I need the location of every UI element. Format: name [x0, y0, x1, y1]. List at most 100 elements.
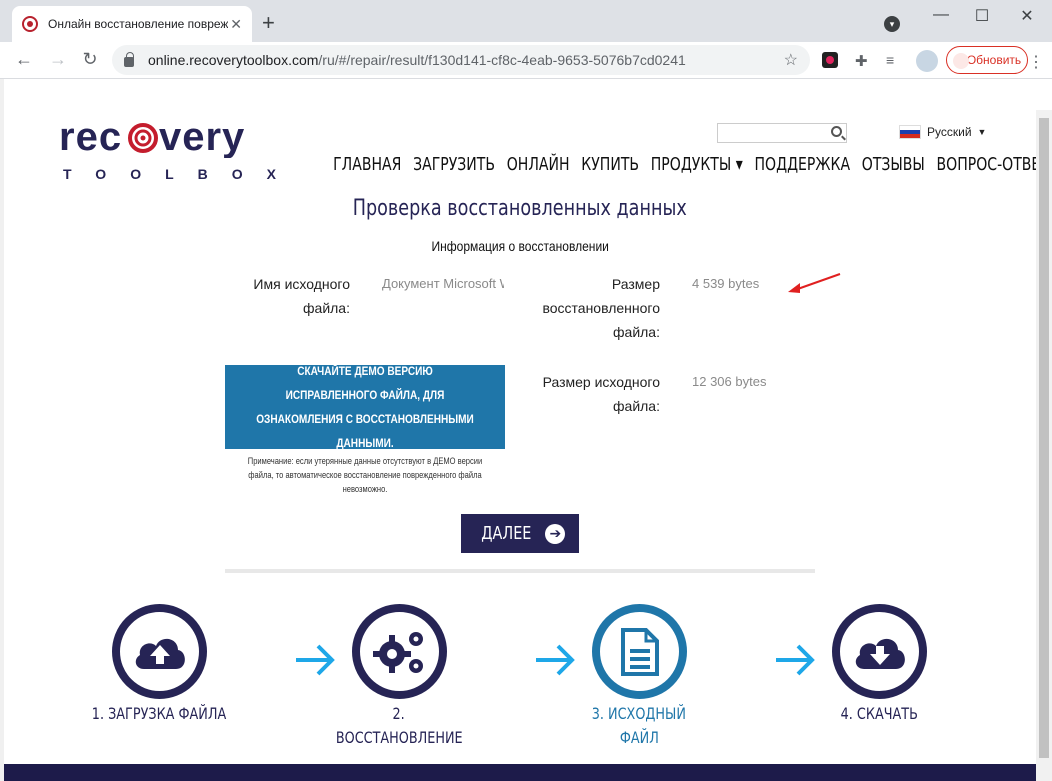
step-1-label: 1. ЗАГРУЗКА ФАЙЛА	[74, 702, 244, 726]
address-bar[interactable]: online.recoverytoolbox.com/ru/#/repair/r…	[112, 45, 810, 75]
cloud-download-icon	[855, 638, 905, 669]
source-size-label: Размер исходного файла:	[530, 370, 660, 418]
russia-flag-icon	[899, 125, 921, 139]
page-title-text: Проверка восстановленных данных	[352, 196, 688, 221]
language-selector[interactable]: Русский ▼	[899, 125, 986, 139]
source-name-label-line2: файла:	[303, 300, 350, 316]
window-maximize-button[interactable]: ☐	[967, 6, 997, 26]
lock-icon	[124, 51, 134, 67]
next-button[interactable]: ДАЛЕЕ ➔	[461, 514, 579, 553]
nav-products[interactable]: ПРОДУКТЫ ▾	[648, 154, 746, 175]
footer-band	[4, 764, 1036, 781]
tab-title: Онлайн восстановление поврежд	[48, 17, 228, 31]
window-minimize-button[interactable]: —	[926, 6, 956, 24]
step-3-label-line2: ФАЙЛ	[619, 728, 659, 747]
tab-search-icon[interactable]: ▾	[884, 16, 900, 32]
recovered-size-label: Размер восстановленного файла:	[530, 272, 660, 344]
nav-download[interactable]: ЗАГРУЗИТЬ	[410, 154, 498, 175]
browser-toolbar: ← → ↻ online.recoverytoolbox.com/ru/#/re…	[0, 42, 1052, 78]
svg-text:very: very	[159, 118, 245, 158]
cloud-upload-icon	[135, 638, 185, 669]
reading-list-icon[interactable]: ≡	[886, 52, 902, 68]
browser-tab[interactable]: Онлайн восстановление поврежд ✕	[12, 6, 252, 42]
source-name-label-line1: Имя исходного	[253, 276, 350, 292]
forward-arrow-icon[interactable]: →	[46, 49, 70, 70]
language-label: Русский	[927, 125, 972, 139]
recovered-size-value: 4 539 bytes	[692, 276, 760, 291]
download-demo-button[interactable]: СКАЧАЙТЕ ДЕМО ВЕРСИЮ ИСПРАВЛЕННОГО ФАЙЛА…	[225, 364, 505, 450]
source-name-label: Имя исходного файла:	[240, 272, 350, 320]
step-2-label: 2. ВОССТАНОВЛЕНИЕ	[314, 702, 484, 750]
new-tab-button[interactable]: +	[262, 12, 275, 34]
section-subtitle: Информация о восстановлении	[4, 238, 1036, 254]
step-4-label-text: 4. СКАЧАТЬ	[840, 704, 918, 723]
url-host: online.recoverytoolbox.com	[148, 52, 319, 68]
step-3-label: 3. ИСХОДНЫЙ ФАЙЛ	[554, 702, 724, 750]
step-recovery-circle	[352, 604, 447, 699]
site-search-input[interactable]	[718, 125, 818, 143]
gears-icon	[372, 631, 423, 673]
recovered-size-label-line3: файла:	[613, 324, 660, 340]
arrow-right-circle-icon: ➔	[545, 523, 566, 544]
flow-arrow-icon	[296, 644, 335, 676]
site-favicon-icon	[22, 16, 38, 32]
step-source-file-circle	[592, 604, 687, 699]
step-upload-circle	[112, 604, 207, 699]
logo-wordmark: rec very	[59, 115, 300, 164]
nav-online[interactable]: ОНЛАЙН	[504, 154, 573, 175]
extensions-puzzle-icon[interactable]: ✚	[855, 52, 871, 70]
next-button-label: ДАЛЕЕ	[480, 523, 532, 544]
step-2-label-line2: ВОССТАНОВЛЕНИЕ	[335, 728, 463, 747]
main-navigation: ГЛАВНАЯ ЗАГРУЗИТЬ ОНЛАЙН КУПИТЬ ПРОДУКТЫ…	[330, 154, 1052, 175]
source-size-label-line2: файла:	[613, 398, 660, 414]
document-icon	[620, 627, 659, 676]
source-size-value: 12 306 bytes	[692, 374, 767, 389]
toolbar-divider	[0, 78, 1052, 79]
logo-subtext: TOOLBOX	[63, 166, 300, 182]
demo-note-text: Примечание: если утерянные данные отсутс…	[247, 456, 483, 494]
update-button[interactable]: Обновить	[946, 46, 1028, 74]
recovered-size-label-line2: восстановленного	[542, 300, 660, 316]
download-demo-button-label: СКАЧАЙТЕ ДЕМО ВЕРСИЮ ИСПРАВЛЕННОГО ФАЙЛА…	[256, 364, 474, 450]
page-title: Проверка восстановленных данных	[4, 196, 1036, 221]
profile-avatar[interactable]	[916, 50, 938, 72]
svg-text:rec: rec	[59, 118, 122, 158]
nav-reviews[interactable]: ОТЗЫВЫ	[859, 154, 928, 175]
logo-wordmark-graphic: rec very	[59, 115, 245, 159]
chevron-down-icon: ▼	[977, 127, 987, 137]
red-arrow-annotation-icon	[788, 273, 841, 293]
source-name-value: Документ Microsoft Word	[382, 276, 504, 291]
extension-record-icon[interactable]	[822, 52, 838, 68]
update-button-label: Обновить	[966, 53, 1022, 67]
reload-icon[interactable]: ↻	[78, 49, 102, 70]
back-arrow-icon[interactable]: ←	[12, 49, 36, 70]
recovered-size-label-line1: Размер	[611, 276, 660, 292]
step-1-label-text: 1. ЗАГРУЗКА ФАЙЛА	[91, 704, 227, 723]
step-2-label-line1: 2.	[392, 704, 406, 723]
site-search-box[interactable]	[717, 123, 847, 143]
nav-support[interactable]: ПОДДЕРЖКА	[751, 154, 853, 175]
browser-tabbar: Онлайн восстановление поврежд ✕ + ▾ — ☐ …	[0, 0, 1052, 42]
nav-faq[interactable]: ВОПРОС-ОТВЕТ	[933, 154, 1052, 175]
site-logo[interactable]: rec very TOOLBOX	[59, 115, 300, 184]
browser-menu-icon[interactable]: ⋮	[1028, 52, 1044, 72]
demo-note: Примечание: если утерянные данные отсутс…	[218, 454, 512, 496]
flow-arrow-icon	[776, 644, 815, 676]
nav-buy[interactable]: КУПИТЬ	[578, 154, 642, 175]
flow-arrow-icon	[536, 644, 575, 676]
step-3-label-line1: 3. ИСХОДНЫЙ	[591, 704, 687, 723]
section-subtitle-text: Информация о восстановлении	[431, 238, 609, 254]
search-icon[interactable]	[831, 126, 842, 137]
step-4-label: 4. СКАЧАТЬ	[794, 702, 964, 726]
section-divider	[225, 569, 815, 573]
source-size-label-line1: Размер исходного	[542, 374, 660, 390]
page-scrollbar-thumb[interactable]	[1039, 118, 1049, 758]
nav-home[interactable]: ГЛАВНАЯ	[330, 154, 405, 175]
page-content: rec very TOOLBOX Русский ▼ ГЛАВНАЯ ЗАГРУ…	[4, 110, 1049, 781]
window-close-button[interactable]: ✕	[1012, 6, 1042, 26]
bookmark-star-icon[interactable]: ☆	[784, 50, 798, 70]
tab-close-icon[interactable]: ✕	[230, 16, 242, 33]
url-text: online.recoverytoolbox.com/ru/#/repair/r…	[148, 52, 686, 68]
url-path: /ru/#/repair/result/f130d141-cf8c-4eab-9…	[318, 52, 686, 68]
step-download-circle	[832, 604, 927, 699]
